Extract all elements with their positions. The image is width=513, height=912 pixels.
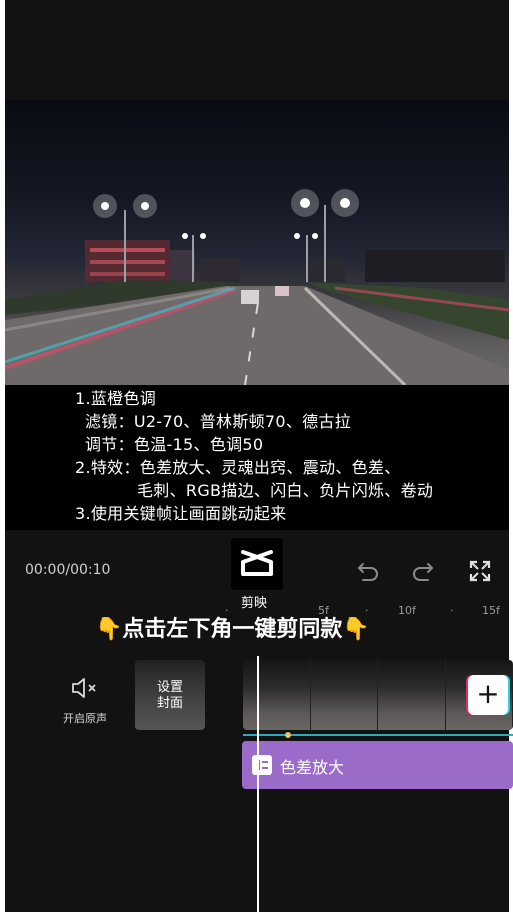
caption-line-4: 2.特效：色差放大、灵魂出窍、震动、色差、 <box>75 458 401 477</box>
capcut-logo-icon <box>241 550 273 576</box>
undo-icon[interactable] <box>355 558 381 584</box>
caption-line-5: 毛刺、RGB描边、闪白、负片闪烁、卷动 <box>137 481 434 500</box>
top-black-area <box>5 0 509 100</box>
fullscreen-icon[interactable] <box>467 558 493 584</box>
clip-thumbnail <box>243 660 311 730</box>
caption-line-6: 3.使用关键帧让画面跳动起来 <box>75 504 287 523</box>
effect-label: 色差放大 <box>280 758 345 777</box>
ruler-mark: · <box>450 604 454 617</box>
clip-thumbnail <box>310 660 378 730</box>
playhead[interactable] <box>257 656 259 912</box>
clip-thumbnail <box>378 660 446 730</box>
cover-label-line2: 封面 <box>156 696 183 711</box>
original-audio-label: 开启原声 <box>63 712 107 725</box>
effect-icon <box>252 755 272 775</box>
promo-banner: 👇点击左下角一键剪同款👇 <box>95 611 370 643</box>
capcut-logo <box>231 538 283 590</box>
pointing-down-icon: 👇 <box>342 617 370 642</box>
ruler-mark: 15f <box>482 604 500 617</box>
caption-line-1: 1.蓝橙色调 <box>75 389 157 408</box>
app-name-label: 剪映 <box>241 596 268 611</box>
promo-text: 点击左下角一键剪同款 <box>122 617 343 642</box>
ruler-mark: 10f <box>398 604 416 617</box>
instruction-caption: 1.蓝橙色调 滤镜：U2-70、普林斯顿70、德古拉 调节：色温-15、色调50… <box>5 385 509 530</box>
pointing-down-icon: 👇 <box>95 617 123 642</box>
playback-time: 00:00/00:10 <box>25 562 111 578</box>
caption-line-3: 调节：色温-15、色调50 <box>85 435 264 454</box>
add-clip-button[interactable]: + <box>468 675 508 715</box>
redo-icon[interactable] <box>410 558 436 584</box>
set-cover-button[interactable]: 设置 封面 <box>135 660 205 730</box>
speaker-mute-icon <box>72 678 96 698</box>
audio-track-line <box>243 734 513 736</box>
timeline-panel: 剪映 · 5f · 10f · 15f 👇点击左下角一键剪同款👇 开启原声 设置… <box>5 596 513 912</box>
video-preview[interactable] <box>5 100 509 385</box>
player-controls-bar: 00:00/00:10 <box>5 530 509 598</box>
caption-line-2: 滤镜：U2-70、普林斯顿70、德古拉 <box>85 412 352 431</box>
original-audio-toggle[interactable]: 开启原声 <box>60 676 110 726</box>
night-road-scene <box>5 189 509 385</box>
effect-track-chromatic[interactable]: 色差放大 <box>242 741 513 789</box>
effect-glyph-icon <box>257 760 268 770</box>
keyframe-dot[interactable] <box>285 732 291 738</box>
cover-label-line1: 设置 <box>156 680 183 695</box>
